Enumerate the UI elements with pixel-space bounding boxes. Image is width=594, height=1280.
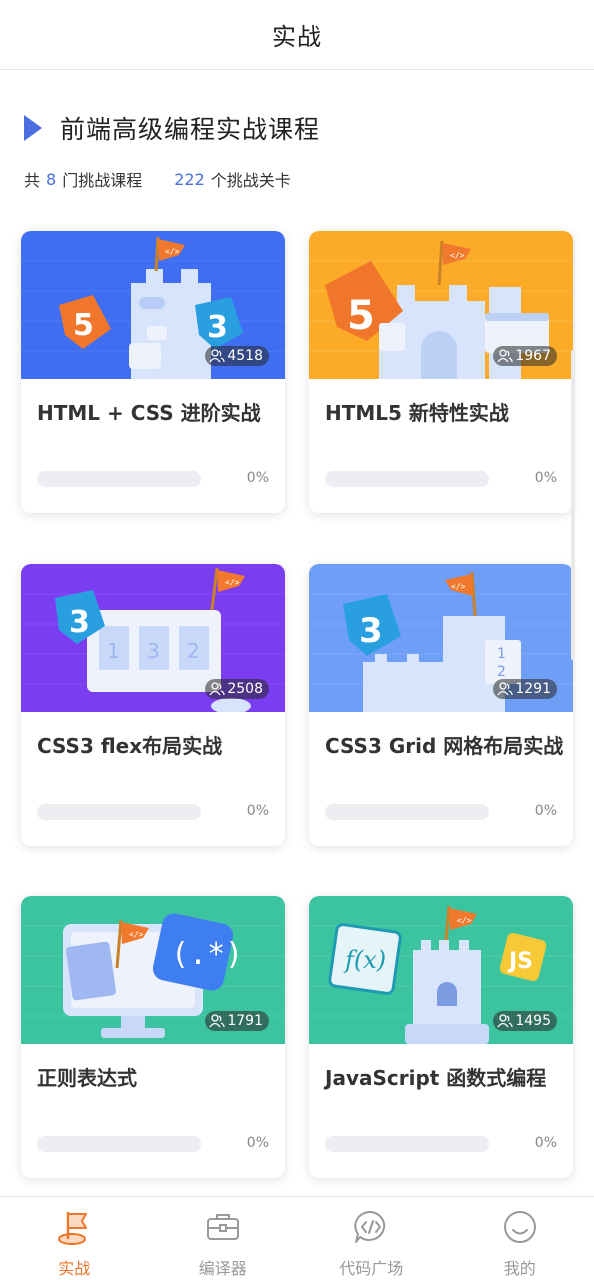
- course-banner: </> 5 3 4518: [21, 231, 285, 379]
- users-icon: [497, 1014, 513, 1028]
- tab-label: 编译器: [198, 1259, 247, 1278]
- course-card-regex[interactable]: </> (.*) 1791 正则表达式 0%: [21, 896, 285, 1178]
- course-card-html-css[interactable]: </> 5 3 4518 HTML + CSS 进阶实战 0%: [21, 231, 285, 513]
- course-banner: 1 2 </> 3 1291: [309, 564, 573, 712]
- course-stats: 共 8 门挑战课程 222 个挑战关卡: [24, 167, 291, 191]
- svg-text:1: 1: [107, 639, 120, 663]
- course-title: CSS3 Grid 网格布局实战: [325, 734, 564, 758]
- svg-text:</>: </>: [451, 582, 466, 591]
- svg-text:</>: </>: [457, 916, 472, 925]
- learner-count: 1967: [515, 348, 551, 364]
- progress-bar: [37, 1136, 201, 1152]
- svg-text:f(x): f(x): [343, 946, 386, 974]
- tab-label: 实战: [58, 1259, 91, 1278]
- progress-bar: [37, 804, 201, 820]
- course-banner: </> 5 1967: [309, 231, 573, 379]
- course-title: CSS3 flex布局实战: [37, 734, 223, 758]
- course-banner: 1 3 2 </> 3 2508: [21, 564, 285, 712]
- profile-icon: [500, 1207, 540, 1247]
- users-icon: [497, 682, 513, 696]
- progress-bar: [325, 1136, 489, 1152]
- page-title: 实战: [272, 23, 322, 51]
- learner-count: 4518: [227, 348, 263, 364]
- svg-text:3: 3: [359, 611, 383, 651]
- tab-compiler[interactable]: 编译器: [149, 1197, 298, 1280]
- course-title: JavaScript 函数式编程: [325, 1066, 547, 1090]
- top-bar: 实战: [0, 0, 594, 70]
- learner-count-badge: 1291: [493, 679, 557, 699]
- svg-text:3: 3: [69, 605, 90, 640]
- code-chat-icon: [351, 1207, 391, 1247]
- users-icon: [209, 682, 225, 696]
- course-title: HTML5 新特性实战: [325, 401, 509, 425]
- svg-text:3: 3: [147, 639, 160, 663]
- progress-percent: 0%: [534, 1135, 557, 1151]
- svg-text:5: 5: [73, 308, 94, 343]
- stats-course-label: 门挑战课程: [62, 171, 143, 190]
- course-banner: </> f(x) JS 1495: [309, 896, 573, 1044]
- tab-label: 代码广场: [339, 1259, 404, 1278]
- progress-percent: 0%: [246, 803, 269, 819]
- course-card-css3-grid[interactable]: 1 2 </> 3 1291 CSS3 Grid 网格布局实战 0%: [309, 564, 573, 846]
- learner-count-badge: 1495: [493, 1011, 557, 1031]
- tab-profile[interactable]: 我的: [446, 1197, 594, 1280]
- svg-text:</>: </>: [129, 930, 144, 939]
- course-count: 8: [46, 169, 57, 189]
- section-header: 前端高级编程实战课程: [24, 110, 320, 146]
- toolbox-icon: [203, 1207, 243, 1247]
- course-card-css3-flex[interactable]: 1 3 2 </> 3 2508 CSS3 flex布局实战 0%: [21, 564, 285, 846]
- learner-count: 1791: [227, 1013, 263, 1029]
- bottom-tab-bar: 实战 编译器 代码广场 我的: [0, 1196, 594, 1280]
- learner-count-badge: 1791: [205, 1011, 269, 1031]
- progress-bar: [325, 804, 489, 820]
- course-title: 正则表达式: [37, 1066, 137, 1090]
- users-icon: [497, 349, 513, 363]
- triangle-marker-icon: [24, 115, 42, 141]
- learner-count: 1291: [515, 681, 551, 697]
- tab-code-square[interactable]: 代码广场: [297, 1197, 446, 1280]
- svg-text:(.*): (.*): [171, 937, 243, 972]
- course-title: HTML + CSS 进阶实战: [37, 401, 261, 425]
- progress-percent: 0%: [246, 1135, 269, 1151]
- stats-level-label: 个挑战关卡: [210, 171, 291, 190]
- course-banner: </> (.*) 1791: [21, 896, 285, 1044]
- course-card-html5[interactable]: </> 5 1967 HTML5 新特性实战 0%: [309, 231, 573, 513]
- progress-percent: 0%: [534, 470, 557, 486]
- progress-percent: 0%: [246, 470, 269, 486]
- progress-bar: [37, 471, 201, 487]
- progress-percent: 0%: [534, 803, 557, 819]
- tab-practice[interactable]: 实战: [0, 1197, 149, 1280]
- svg-text:</>: </>: [225, 578, 240, 587]
- tab-label: 我的: [503, 1259, 536, 1278]
- progress-bar: [325, 471, 489, 487]
- course-card-javascript-fp[interactable]: </> f(x) JS 1495 JavaScript 函数式编程 0%: [309, 896, 573, 1178]
- section-title: 前端高级编程实战课程: [60, 115, 321, 144]
- learner-count-badge: 2508: [205, 679, 269, 699]
- svg-text:1: 1: [497, 646, 506, 662]
- learner-count: 1495: [515, 1013, 551, 1029]
- svg-text:</>: </>: [165, 247, 180, 256]
- svg-text:</>: </>: [450, 251, 465, 260]
- learner-count-badge: 4518: [205, 346, 269, 366]
- learner-count: 2508: [227, 681, 263, 697]
- stats-prefix: 共: [24, 171, 41, 190]
- flag-icon: [54, 1207, 94, 1247]
- svg-text:2: 2: [497, 664, 506, 680]
- svg-text:2: 2: [187, 639, 200, 663]
- level-count: 222: [174, 169, 205, 189]
- scrollbar[interactable]: [571, 350, 575, 660]
- svg-text:5: 5: [347, 293, 375, 339]
- learner-count-badge: 1967: [493, 346, 557, 366]
- svg-text:3: 3: [207, 310, 228, 345]
- users-icon: [209, 1014, 225, 1028]
- users-icon: [209, 349, 225, 363]
- svg-text:JS: JS: [507, 949, 533, 974]
